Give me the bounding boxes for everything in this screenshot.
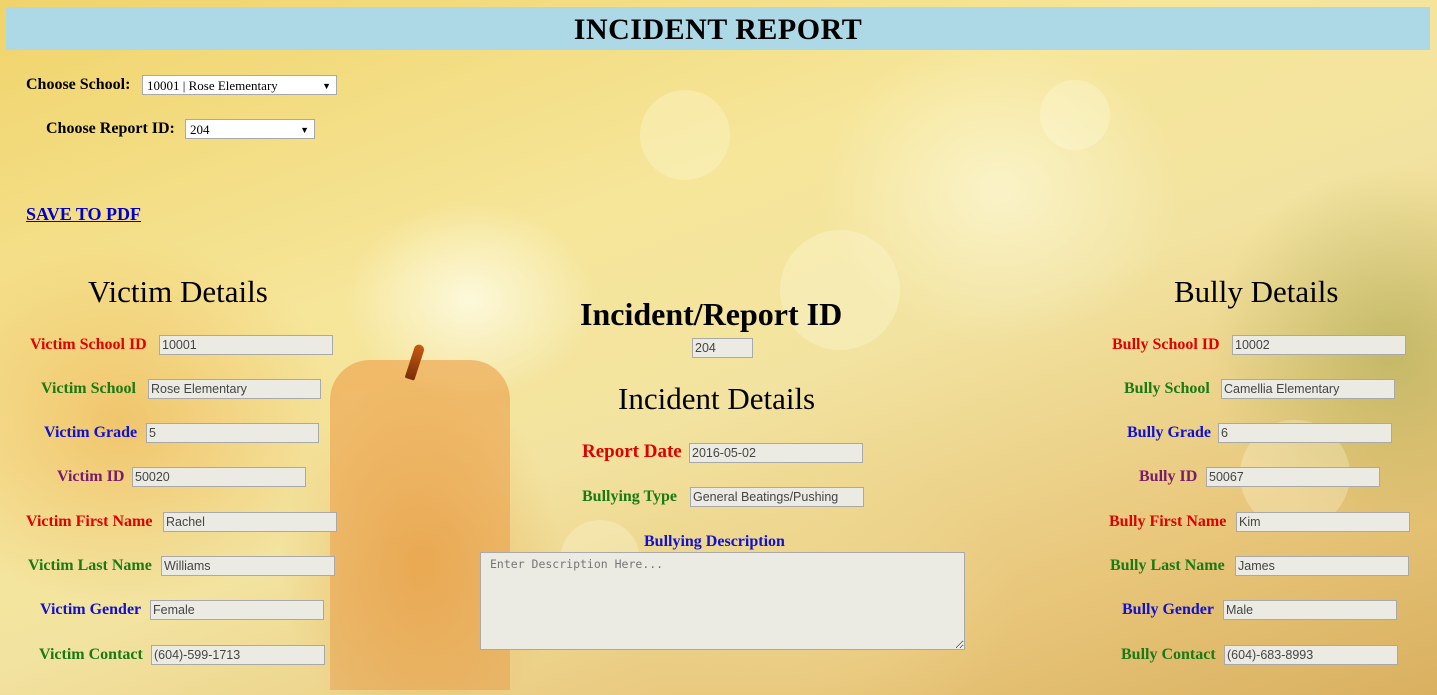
incident-details-heading: Incident Details [618, 381, 816, 416]
bully-school-field[interactable]: Camellia Elementary [1221, 379, 1395, 399]
choose-report-label: Choose Report ID: [46, 120, 175, 137]
bully-contact-label: Bully Contact [1121, 646, 1216, 663]
background-bokeh [640, 90, 730, 180]
report-date-field[interactable]: 2016-05-02 [689, 443, 863, 463]
incident-report-id-heading: Incident/Report ID [580, 296, 843, 332]
bully-id-field[interactable]: 50067 [1206, 467, 1380, 487]
victim-id-label: Victim ID [57, 468, 125, 485]
bully-grade-field[interactable]: 6 [1218, 423, 1392, 443]
victim-gender-field[interactable]: Female [150, 600, 324, 620]
candle-flame-image [404, 343, 426, 381]
bully-school-label: Bully School [1124, 380, 1210, 397]
victim-details-heading: Victim Details [88, 274, 268, 309]
incident-report-id-field[interactable]: 204 [692, 338, 753, 358]
report-id-select-value: 204 [190, 122, 210, 137]
victim-last-name-field[interactable]: Williams [161, 556, 335, 576]
school-select-value: 10001 | Rose Elementary [147, 78, 278, 93]
bully-gender-label: Bully Gender [1122, 601, 1215, 618]
background-bokeh [1040, 80, 1110, 150]
victim-school-id-field[interactable]: 10001 [159, 335, 333, 355]
victim-school-label: Victim School [41, 380, 136, 397]
victim-school-id-label: Victim School ID [30, 336, 147, 353]
report-date-label: Report Date [582, 441, 682, 462]
victim-school-field[interactable]: Rose Elementary [148, 379, 321, 399]
choose-school-label: Choose School: [26, 76, 131, 93]
school-select[interactable]: 10001 | Rose Elementary ▼ [142, 75, 337, 95]
page-header: INCIDENT REPORT [6, 7, 1430, 50]
victim-first-name-label: Victim First Name [26, 513, 153, 530]
dropdown-arrow-icon: ▼ [300, 125, 309, 135]
victim-grade-label: Victim Grade [44, 424, 138, 441]
bully-id-label: Bully ID [1139, 468, 1198, 485]
bully-gender-field[interactable]: Male [1223, 600, 1397, 620]
victim-last-name-label: Victim Last Name [28, 557, 152, 574]
bully-last-name-label: Bully Last Name [1110, 557, 1225, 574]
save-to-pdf-link[interactable]: SAVE TO PDF [26, 204, 141, 225]
victim-first-name-field[interactable]: Rachel [163, 512, 337, 532]
bully-grade-label: Bully Grade [1127, 424, 1212, 441]
bullying-type-label: Bullying Type [582, 488, 677, 505]
report-id-select[interactable]: 204 ▼ [185, 119, 315, 139]
victim-grade-field[interactable]: 5 [146, 423, 319, 443]
dropdown-arrow-icon: ▼ [322, 81, 331, 91]
bully-school-id-field[interactable]: 10002 [1232, 335, 1406, 355]
victim-gender-label: Victim Gender [40, 601, 142, 618]
bully-last-name-field[interactable]: James [1235, 556, 1409, 576]
page-title: INCIDENT REPORT [573, 13, 863, 46]
bullying-description-textarea[interactable] [480, 552, 965, 650]
bully-contact-field[interactable]: (604)-683-8993 [1224, 645, 1398, 665]
bully-first-name-label: Bully First Name [1109, 513, 1227, 530]
bullying-description-label: Bullying Description [644, 533, 785, 550]
bully-first-name-field[interactable]: Kim [1236, 512, 1410, 532]
bully-details-heading: Bully Details [1174, 274, 1339, 309]
victim-contact-label: Victim Contact [39, 646, 143, 663]
bullying-type-field[interactable]: General Beatings/Pushing [690, 487, 864, 507]
bully-school-id-label: Bully School ID [1112, 336, 1220, 353]
victim-id-field[interactable]: 50020 [132, 467, 306, 487]
victim-contact-field[interactable]: (604)-599-1713 [151, 645, 325, 665]
